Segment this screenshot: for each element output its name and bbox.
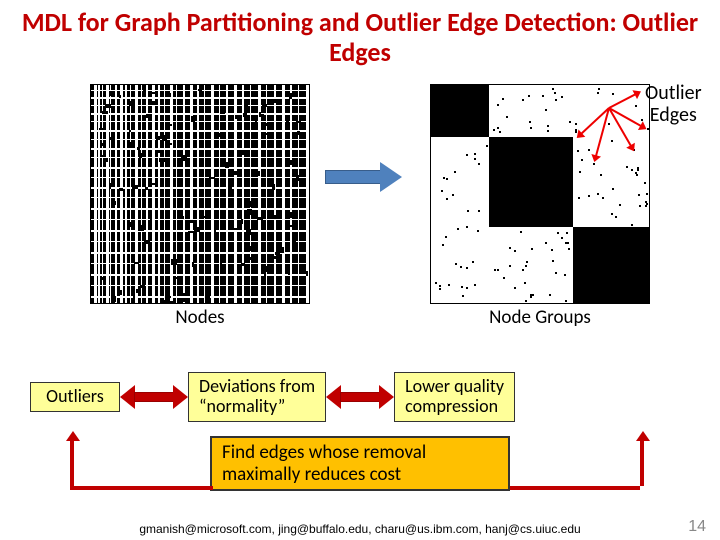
find-edges-box: Find edges whose removal maximally reduc…: [210, 436, 510, 492]
connector-left-vertical: [70, 438, 74, 486]
footer-emails: gmanish@microsoft.com, jing@buffalo.edu,…: [0, 522, 720, 536]
outliers-box: Outliers: [30, 382, 120, 412]
connector-right-vertical: [640, 438, 644, 486]
connector-left-horizontal: [70, 486, 213, 490]
matrices-area: Nodes Nodes Node Groups Node Groups Outl…: [0, 72, 720, 362]
connector-right-horizontal: [510, 486, 640, 490]
concept-boxes-row: Outliers Deviations from “normality” Low…: [0, 372, 720, 422]
outlier-edges-label: Outlier Edges: [645, 82, 702, 126]
right-matrix: [430, 84, 650, 304]
left-x-axis-label: Nodes: [90, 306, 310, 329]
transform-arrow: [325, 162, 405, 192]
left-matrix-container: Nodes Nodes: [90, 84, 310, 329]
left-matrix: [90, 84, 310, 304]
right-x-axis-label: Node Groups: [430, 306, 650, 329]
slide-title: MDL for Graph Partitioning and Outlier E…: [0, 0, 720, 72]
bidir-arrow-left: [120, 385, 188, 409]
deviations-box: Deviations from “normality”: [188, 372, 326, 422]
right-matrix-container: Node Groups Node Groups: [430, 84, 650, 329]
page-number: 14: [688, 518, 706, 536]
lower-quality-box: Lower quality compression: [394, 372, 515, 422]
bidir-arrow-right: [326, 385, 394, 409]
